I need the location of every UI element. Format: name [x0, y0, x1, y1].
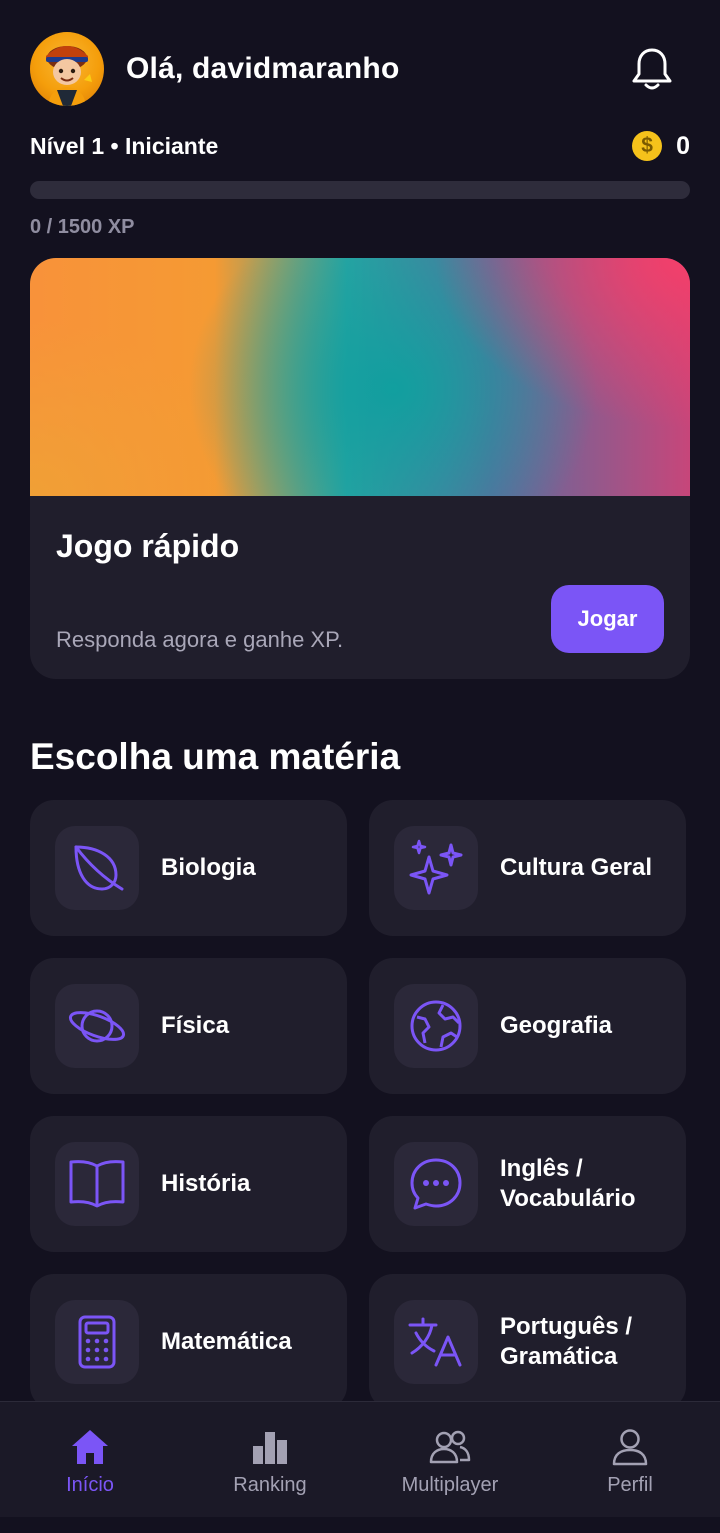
nav-item-label: Início	[66, 1474, 114, 1496]
planet-icon	[55, 984, 139, 1068]
header: Olá, davidmaranho	[30, 32, 690, 106]
subject-ingles-vocabulario[interactable]: Inglês / Vocabulário	[369, 1116, 686, 1252]
coin-balance: $ 0	[632, 131, 690, 161]
subject-label: Português / Gramática	[500, 1313, 633, 1370]
subject-historia[interactable]: História	[30, 1116, 347, 1252]
calculator-icon	[55, 1300, 139, 1384]
greeting-text: Olá, davidmaranho	[126, 52, 400, 85]
quick-play-banner	[30, 258, 690, 496]
xp-text: 0 / 1500 XP	[30, 216, 135, 238]
subject-portugues-gramatica[interactable]: Português / Gramática	[369, 1274, 686, 1410]
translate-icon	[394, 1300, 478, 1384]
book-icon	[55, 1142, 139, 1226]
quick-play-subtitle: Responda agora e ganhe XP.	[56, 627, 344, 652]
avatar-image	[46, 46, 92, 106]
subject-label: Matemática	[161, 1328, 292, 1355]
nav-item-label: Ranking	[233, 1474, 307, 1496]
chat-icon	[394, 1142, 478, 1226]
subject-biologia[interactable]: Biologia	[30, 800, 347, 936]
play-button[interactable]: Jogar	[551, 585, 664, 653]
xp-progress-bar	[30, 181, 690, 199]
bottom-nav: Início Ranking Multiplayer Perfil	[0, 1401, 720, 1517]
level-label: Nível 1 • Iniciante	[30, 132, 219, 159]
coin-count: 0	[676, 131, 690, 160]
bar-chart-icon	[253, 1432, 287, 1464]
subjects-title: Escolha uma matéria	[30, 736, 401, 777]
subject-label: Inglês / Vocabulário	[500, 1155, 636, 1212]
subject-label: Geografia	[500, 1012, 613, 1039]
subject-label: Cultura Geral	[500, 854, 653, 881]
subject-cultura-geral[interactable]: Cultura Geral	[369, 800, 686, 936]
globe-icon	[394, 984, 478, 1068]
subject-label: Biologia	[161, 854, 256, 881]
subject-matematica[interactable]: Matemática	[30, 1274, 347, 1410]
nav-item-label: Perfil	[607, 1474, 653, 1496]
bell-icon[interactable]	[630, 46, 674, 92]
nav-item-multiplayer[interactable]: Multiplayer	[360, 1402, 540, 1517]
leaf-icon	[55, 826, 139, 910]
home-icon	[72, 1430, 108, 1464]
nav-item-inicio[interactable]: Início	[0, 1402, 180, 1517]
quick-play-title: Jogo rápido	[56, 528, 240, 564]
subject-geografia[interactable]: Geografia	[369, 958, 686, 1094]
level-row: Nível 1 • Iniciante $ 0	[30, 128, 690, 164]
system-nav-strip	[0, 1517, 720, 1533]
avatar[interactable]	[30, 32, 104, 106]
quick-play-card[interactable]: Jogo rápido Responda agora e ganhe XP. J…	[30, 258, 690, 679]
nav-item-label: Multiplayer	[401, 1474, 499, 1496]
subject-fisica[interactable]: Física	[30, 958, 347, 1094]
users-icon	[429, 1430, 471, 1464]
user-icon	[612, 1429, 648, 1466]
subject-label: Física	[161, 1012, 230, 1039]
coin-icon: $	[632, 131, 663, 161]
subject-label: História	[161, 1170, 251, 1197]
sparkles-icon	[394, 826, 478, 910]
nav-item-perfil[interactable]: Perfil	[540, 1402, 720, 1517]
nav-item-ranking[interactable]: Ranking	[180, 1402, 360, 1517]
